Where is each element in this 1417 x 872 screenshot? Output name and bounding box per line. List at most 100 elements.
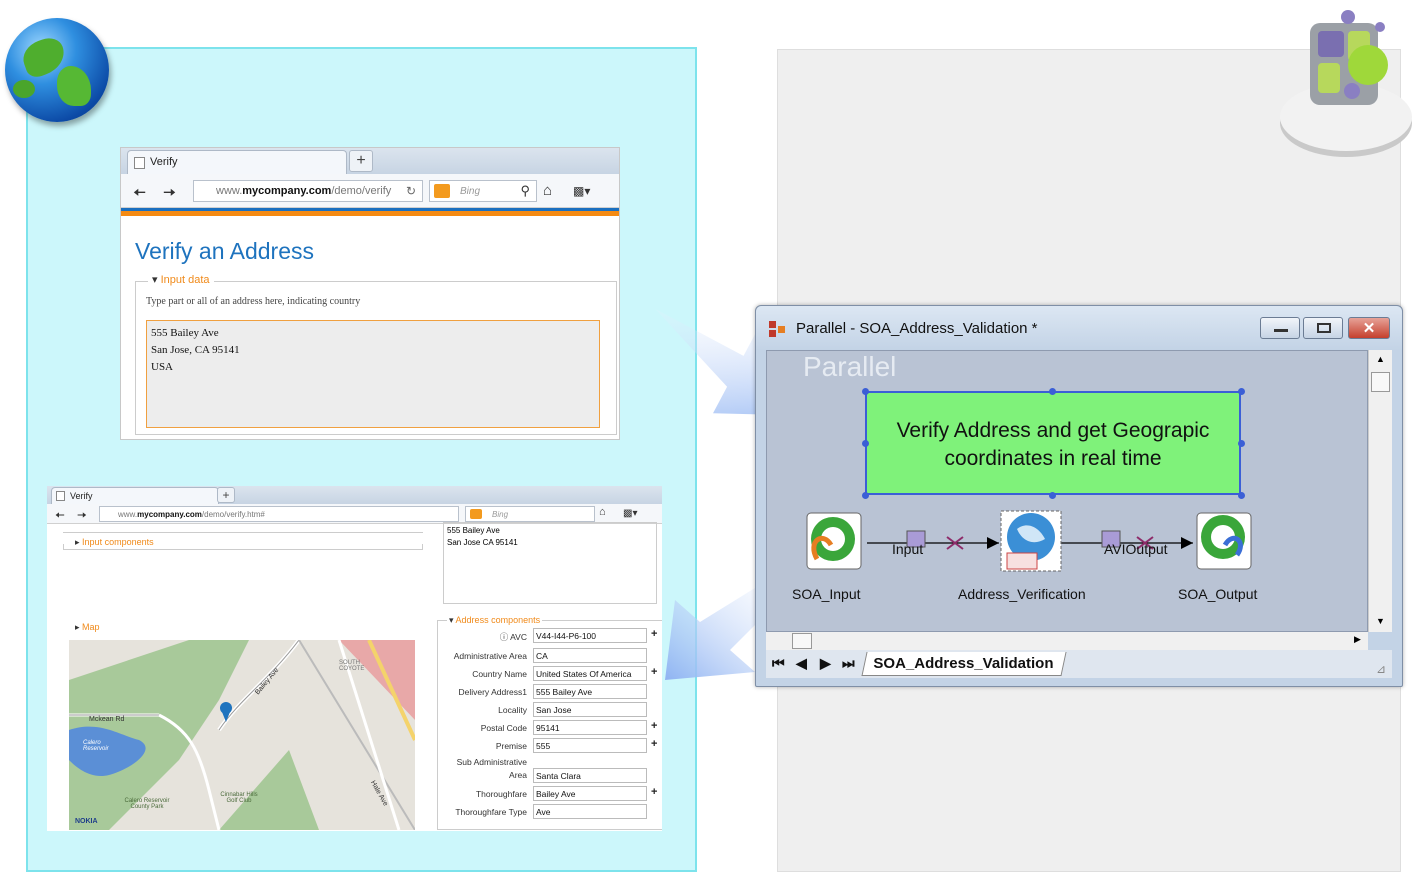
previous-icon[interactable]: ◀	[796, 655, 807, 672]
bookmarks-icon[interactable]: ▩▾	[573, 184, 590, 198]
app-icon	[1280, 10, 1412, 157]
window-title: Parallel - SOA_Address_Validation *	[796, 320, 1038, 337]
map-area-label: SOUTH COYOTE	[339, 660, 365, 672]
page-icon	[134, 157, 145, 169]
component-row: Thoroughfare Type Ave	[439, 804, 659, 820]
component-row: Delivery Address1 555 Bailey Ave	[439, 684, 659, 700]
vertical-scrollbar[interactable]: ▲ ▼	[1368, 350, 1392, 632]
component-value[interactable]: 555	[533, 738, 647, 753]
scroll-up-icon[interactable]: ▲	[1376, 354, 1385, 364]
add-icon[interactable]: +	[651, 666, 657, 678]
component-value[interactable]: 95141	[533, 720, 647, 735]
map-road-label: Mckean Rd	[89, 716, 125, 723]
map-brand-label: NOKIA	[75, 818, 98, 825]
add-icon[interactable]: +	[651, 720, 657, 732]
component-row: Thoroughfare Bailey Ave +	[475, 786, 658, 801]
diagram-tab-strip: ⏮ ◀ ▶ ⏭ SOA_Address_Validation ⊿	[766, 650, 1392, 678]
job-canvas[interactable]: Parallel Verify Address and get Geograpi…	[766, 350, 1368, 632]
component-row: Premise 555 +	[495, 738, 658, 753]
link-label[interactable]: Input	[892, 541, 923, 557]
back-icon[interactable]: 🠄	[55, 506, 65, 527]
url-bar[interactable]: www.mycompany.com/demo/verify ↻	[193, 180, 423, 202]
url-bar[interactable]: www.mycompany.com/demo/verify.htm#	[99, 506, 459, 522]
forward-icon[interactable]: 🠆	[77, 506, 87, 527]
first-icon[interactable]: ⏮	[772, 655, 785, 672]
canvas-watermark: Parallel	[803, 351, 897, 382]
forward-icon[interactable]: 🠆	[163, 182, 176, 209]
job-flow	[806, 510, 1252, 572]
minimize-icon	[1274, 329, 1288, 332]
component-value[interactable]: Bailey Ave	[533, 786, 647, 801]
add-icon[interactable]: +	[651, 738, 657, 750]
component-row: Postal Code 95141 +	[480, 720, 658, 735]
page-icon	[56, 491, 65, 501]
collapse-icon: ▾	[152, 274, 158, 286]
address-line: San Jose, CA 95141	[151, 344, 240, 356]
new-tab-button[interactable]: +	[349, 150, 373, 172]
component-value[interactable]: V44-I44-P6-100	[533, 628, 647, 643]
window-titlebar[interactable]: Parallel - SOA_Address_Validation * ✕	[756, 306, 1402, 350]
component-row: Locality San Jose	[439, 702, 659, 718]
scroll-thumb[interactable]	[792, 633, 812, 649]
info-icon: ⓘ	[499, 632, 509, 642]
component-value[interactable]: CA	[533, 648, 647, 663]
designer-window: Parallel - SOA_Address_Validation * ✕ Pa…	[755, 305, 1403, 687]
component-row: ⓘ AVC V44-I44-P6-100 +	[499, 628, 658, 643]
input-data-fieldset: ▾ Input data Type part or all of an addr…	[135, 273, 617, 435]
job-icon	[769, 321, 785, 337]
component-value[interactable]: Santa Clara	[533, 768, 647, 783]
component-value[interactable]: 555 Bailey Ave	[533, 684, 647, 699]
add-icon[interactable]: +	[651, 628, 657, 640]
address-line: USA	[151, 361, 174, 373]
map-park-label: Calero Reservoir County Park	[124, 798, 170, 810]
stage-label[interactable]: SOA_Output	[1178, 586, 1257, 602]
stage-label[interactable]: SOA_Input	[792, 586, 861, 602]
add-icon[interactable]: +	[651, 786, 657, 798]
search-input[interactable]: Bing	[465, 506, 595, 522]
home-icon[interactable]: ⌂	[543, 182, 552, 199]
diagram-tab[interactable]: SOA_Address_Validation	[861, 652, 1067, 676]
scroll-thumb[interactable]	[1371, 372, 1390, 392]
search-icon[interactable]: ⚲	[520, 183, 530, 199]
map-view[interactable]: Bailey Ave Mckean Rd Hale Ave Calero Res…	[69, 640, 415, 830]
minimize-button[interactable]	[1260, 317, 1300, 339]
browser-tab[interactable]: Verify	[127, 150, 347, 174]
reload-icon[interactable]: ↻	[406, 184, 416, 198]
close-icon: ✕	[1362, 320, 1376, 337]
last-icon[interactable]: ⏭	[842, 655, 855, 672]
bookmarks-icon[interactable]: ▩▾	[623, 508, 637, 519]
address-output: 555 Bailey Ave San Jose CA 95141	[443, 522, 657, 604]
component-value[interactable]: San Jose	[533, 702, 647, 717]
component-row: Sub Administrative Area Santa Clara	[439, 757, 659, 783]
fieldset-legend: Input data	[160, 274, 210, 286]
link-label[interactable]: AVIOutput	[1104, 541, 1168, 557]
annotation-box[interactable]: Verify Address and get Geograpic coordin…	[865, 391, 1241, 495]
maximize-icon	[1317, 323, 1331, 333]
search-input[interactable]: Bing ⚲	[429, 180, 537, 202]
browser-tab[interactable]: Verify	[51, 487, 219, 504]
resize-grip-icon[interactable]: ⊿	[1376, 662, 1386, 676]
back-icon[interactable]: 🠄	[133, 182, 146, 209]
input-hint: Type part or all of an address here, ind…	[146, 296, 361, 307]
scroll-right-icon[interactable]: ▶	[1354, 634, 1361, 645]
component-value[interactable]: Ave	[533, 804, 647, 819]
search-engine-icon	[434, 184, 450, 198]
close-button[interactable]: ✕	[1348, 317, 1390, 339]
horizontal-scrollbar[interactable]: ▶	[766, 632, 1368, 650]
component-value[interactable]: United States Of America	[533, 666, 647, 681]
search-engine-icon	[470, 509, 482, 519]
maximize-button[interactable]	[1303, 317, 1343, 339]
browser-screenshot-verify-input: Verify + 🠄 🠆 www.mycompany.com/demo/veri…	[120, 147, 620, 440]
address-line: 555 Bailey Ave	[447, 526, 500, 535]
address-line: San Jose CA 95141	[447, 538, 518, 547]
stage-label[interactable]: Address_Verification	[958, 586, 1086, 602]
home-icon[interactable]: ⌂	[599, 506, 606, 518]
next-icon[interactable]: ▶	[820, 655, 831, 672]
scroll-down-icon[interactable]: ▼	[1376, 616, 1385, 626]
collapse-icon: ▾	[449, 615, 454, 625]
address-textarea[interactable]: 555 Bailey Ave San Jose, CA 95141 USA	[146, 320, 600, 428]
component-row: Administrative Area CA	[439, 648, 659, 664]
new-tab-button[interactable]: +	[217, 487, 235, 503]
component-row: Country Name United States Of America +	[472, 666, 658, 681]
map-lake-label: Calero Reservoir	[83, 740, 109, 752]
